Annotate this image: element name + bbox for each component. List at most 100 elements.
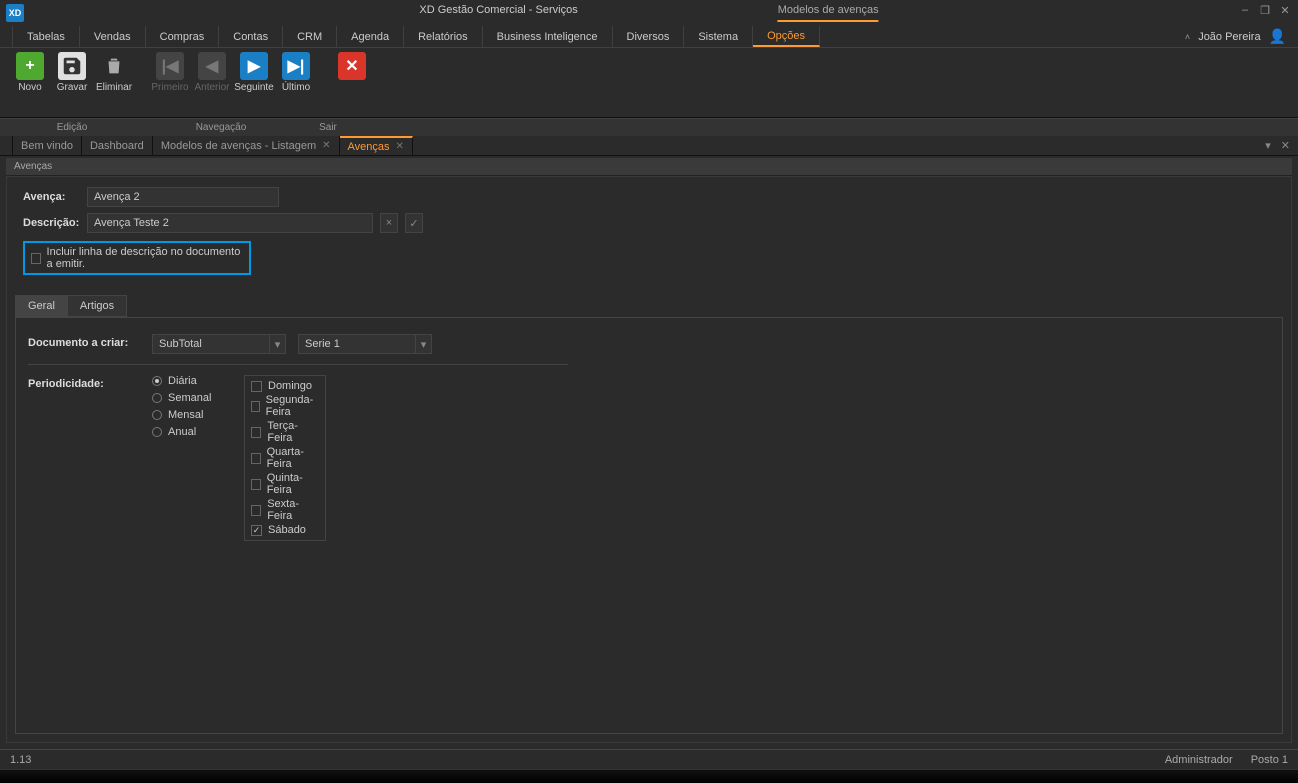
dropdown-doc-icon[interactable]: ▾	[270, 334, 286, 354]
clear-icon[interactable]: ×	[380, 213, 398, 233]
check-icon[interactable]: ✓	[405, 213, 423, 233]
panel-geral: Documento a criar: ▾ ▾ Periodicidade: Di…	[15, 317, 1283, 734]
menu-item-tabelas[interactable]: Tabelas	[12, 26, 80, 47]
radio-anual[interactable]: Anual	[152, 426, 232, 438]
tabs-dropdown-icon[interactable]: ▾	[1265, 139, 1271, 152]
checkbox-icon: ✓	[251, 525, 262, 536]
first-button: |◀ Primeiro	[152, 52, 188, 93]
day-segundafeira[interactable]: Segunda-Feira	[251, 394, 319, 418]
divider	[28, 364, 568, 365]
combo-serie[interactable]: ▾	[298, 334, 432, 354]
tab-dashboard[interactable]: Dashboard	[82, 136, 153, 155]
previous-button: ◀ Anterior	[194, 52, 230, 93]
save-button[interactable]: Gravar	[54, 52, 90, 93]
inner-tab-artigos[interactable]: Artigos	[68, 295, 127, 317]
input-descricao[interactable]	[87, 213, 373, 233]
form-avencas: Avença: Descrição: × ✓ Incluir linha de …	[7, 177, 1291, 285]
radio-icon	[152, 427, 162, 437]
tabs-close-icon[interactable]: ✕	[1281, 139, 1290, 152]
label-documento: Documento a criar:	[28, 334, 140, 349]
os-taskbar	[0, 769, 1298, 783]
tab-close-icon[interactable]: ✕	[322, 140, 330, 151]
label-descricao: Descrição:	[23, 217, 79, 229]
ribbon-group-edit: Edição	[8, 119, 136, 136]
combo-documento[interactable]: ▾	[152, 334, 286, 354]
checkbox-icon	[251, 479, 261, 490]
menu-item-business-inteligence[interactable]: Business Inteligence	[483, 26, 613, 47]
checkbox-icon	[251, 453, 261, 464]
input-doc-type[interactable]	[152, 334, 270, 354]
label-incluir: Incluir linha de descrição no documento …	[47, 246, 243, 270]
input-avenca[interactable]	[87, 187, 279, 207]
menu-item-diversos[interactable]: Diversos	[613, 26, 685, 47]
tab-close-icon[interactable]: ✕	[396, 141, 404, 152]
menu-item-sistema[interactable]: Sistema	[684, 26, 753, 47]
day-domingo[interactable]: Domingo	[251, 380, 319, 392]
delete-button[interactable]: Eliminar	[96, 52, 132, 93]
radio-icon	[152, 376, 162, 386]
tab-aven-as[interactable]: Avenças✕	[340, 136, 413, 155]
menu-item-relatórios[interactable]: Relatórios	[404, 26, 483, 47]
plus-icon: +	[16, 52, 44, 80]
day-terafeira[interactable]: Terça-Feira	[251, 420, 319, 444]
day-sextafeira[interactable]: Sexta-Feira	[251, 498, 319, 522]
status-version: 1.13	[10, 754, 31, 766]
inner-tabs: GeralArtigos	[15, 295, 1291, 317]
menu-item-crm[interactable]: CRM	[283, 26, 337, 47]
next-icon: ▶	[240, 52, 268, 80]
days-group: Domingo Segunda-FeiraTerça-FeiraQuarta-Fe…	[244, 375, 326, 541]
checkbox-incluir[interactable]	[31, 253, 41, 264]
app-title: XD Gestão Comercial - Serviços	[419, 4, 577, 22]
module-title: Modelos de avenças	[778, 4, 879, 22]
day-quartafeira[interactable]: Quarta-Feira	[251, 446, 319, 470]
trash-icon	[100, 52, 128, 80]
app-logo-icon: XD	[6, 4, 24, 22]
radio-icon	[152, 393, 162, 403]
first-icon: |◀	[156, 52, 184, 80]
close-window-button[interactable]: ✕	[1278, 4, 1292, 17]
menu-item-contas[interactable]: Contas	[219, 26, 283, 47]
dropdown-serie-icon[interactable]: ▾	[416, 334, 432, 354]
save-icon	[58, 52, 86, 80]
input-serie[interactable]	[298, 334, 416, 354]
ribbon-toolbar: + Novo Gravar Eliminar |◀ Primeiro ◀ Ant…	[0, 48, 1298, 118]
inner-tab-geral[interactable]: Geral	[15, 295, 68, 317]
checkbox-icon	[251, 427, 261, 438]
radio-icon	[152, 410, 162, 420]
user-icon[interactable]: 👤	[1269, 28, 1286, 45]
label-periodicidade: Periodicidade:	[28, 375, 140, 390]
close-icon: ✕	[338, 52, 366, 80]
checkbox-icon	[251, 505, 261, 516]
radio-mensal[interactable]: Mensal	[152, 409, 232, 421]
document-tabs: Bem vindoDashboardModelos de avenças - L…	[0, 136, 1298, 156]
next-button[interactable]: ▶ Seguinte	[236, 52, 272, 93]
minimize-button[interactable]: –	[1238, 4, 1252, 17]
incluir-linha-checkbox-highlighted[interactable]: Incluir linha de descrição no documento …	[23, 241, 251, 275]
last-icon: ▶|	[282, 52, 310, 80]
chevron-up-icon[interactable]: ˄	[1185, 32, 1190, 42]
ribbon-group-nav: Navegação	[136, 119, 306, 136]
radio-semanal[interactable]: Semanal	[152, 392, 232, 404]
checkbox-icon	[251, 381, 262, 392]
radio-diária[interactable]: Diária	[152, 375, 232, 387]
user-name: João Pereira	[1198, 31, 1260, 43]
exit-button[interactable]: ✕	[334, 52, 370, 93]
menubar: TabelasVendasComprasContasCRMAgendaRelat…	[0, 26, 1298, 48]
menu-item-opções[interactable]: Opções	[753, 26, 820, 47]
last-button[interactable]: ▶| Último	[278, 52, 314, 93]
tab-modelos-de-aven-as-listagem[interactable]: Modelos de avenças - Listagem✕	[153, 136, 340, 155]
day-quintafeira[interactable]: Quinta-Feira	[251, 472, 319, 496]
checkbox-icon	[251, 401, 260, 412]
label-avenca: Avença:	[23, 191, 79, 203]
day-sbado[interactable]: ✓Sábado	[251, 524, 319, 536]
new-button[interactable]: + Novo	[12, 52, 48, 93]
menu-item-vendas[interactable]: Vendas	[80, 26, 146, 47]
menu-item-compras[interactable]: Compras	[146, 26, 220, 47]
restore-button[interactable]: ❐	[1258, 4, 1272, 17]
tab-bem-vindo[interactable]: Bem vindo	[12, 136, 82, 155]
previous-icon: ◀	[198, 52, 226, 80]
titlebar: XD XD Gestão Comercial - Serviços Modelo…	[0, 0, 1298, 26]
ribbon-group-labels: Edição Navegação Sair	[0, 118, 1298, 136]
menu-item-agenda[interactable]: Agenda	[337, 26, 404, 47]
statusbar: 1.13 Administrador Posto 1	[0, 749, 1298, 769]
